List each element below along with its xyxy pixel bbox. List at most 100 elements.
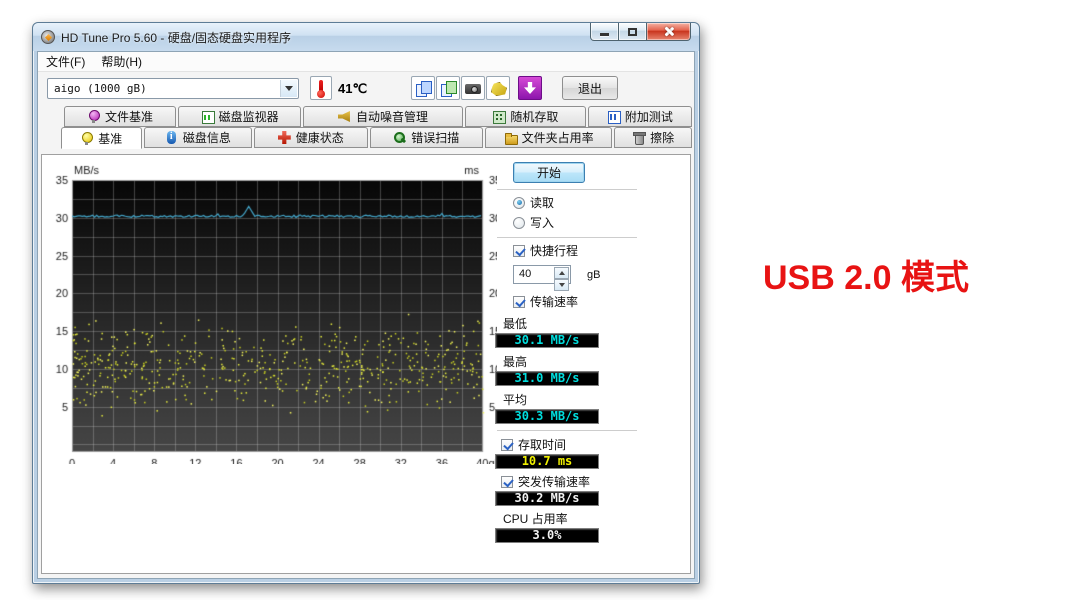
min-speed-display: 30.1 MB/s bbox=[495, 333, 599, 348]
tab-disk-info[interactable]: 磁盘信息 bbox=[144, 127, 252, 148]
short-stroke-checkbox[interactable]: 快捷行程 bbox=[513, 242, 653, 259]
tab-label: 基准 bbox=[98, 130, 122, 147]
write-radio[interactable]: 写入 bbox=[513, 214, 653, 231]
radio-selected-icon bbox=[513, 197, 525, 209]
exit-button[interactable]: 退出 bbox=[562, 76, 618, 100]
short-stroke-input[interactable]: 40 bbox=[513, 265, 571, 284]
chevron-down-icon[interactable] bbox=[280, 80, 297, 97]
read-radio[interactable]: 读取 bbox=[513, 194, 653, 211]
tab-health[interactable]: 健康状态 bbox=[254, 127, 367, 148]
tab-label: 磁盘监视器 bbox=[219, 108, 279, 125]
burst-rate-label: 突发传输速率 bbox=[518, 473, 590, 490]
checkbox-checked-icon bbox=[513, 245, 525, 257]
cpu-usage-label: CPU 占用率 bbox=[503, 510, 653, 527]
benchmark-controls: 开始 读取 写入 快捷行程 40 bbox=[493, 155, 653, 543]
max-label: 最高 bbox=[503, 353, 653, 370]
transfer-rate-label: 传输速率 bbox=[530, 293, 578, 310]
tab-benchmark[interactable]: 基准 bbox=[61, 127, 142, 149]
checkbox-checked-icon bbox=[501, 476, 513, 488]
spin-up-button[interactable] bbox=[554, 267, 569, 279]
download-button[interactable] bbox=[518, 76, 542, 100]
copy-button[interactable] bbox=[411, 76, 435, 100]
maximize-button[interactable] bbox=[619, 23, 646, 41]
avg-speed-display: 30.3 MB/s bbox=[495, 409, 599, 424]
short-stroke-unit: gB bbox=[587, 269, 600, 281]
tab-aam[interactable]: 自动噪音管理 bbox=[303, 106, 463, 127]
benchmark-chart bbox=[47, 164, 497, 464]
radio-icon bbox=[513, 217, 525, 229]
thermometer-icon bbox=[319, 80, 323, 92]
window-title: HD Tune Pro 5.60 - 硬盘/固态硬盘实用程序 bbox=[61, 29, 291, 46]
spin-down-button[interactable] bbox=[554, 279, 569, 291]
close-button[interactable] bbox=[646, 23, 691, 41]
health-icon bbox=[278, 131, 291, 144]
copy-color-button[interactable] bbox=[436, 76, 460, 100]
tab-label: 文件夹占用率 bbox=[522, 129, 594, 146]
access-time-display: 10.7 ms bbox=[495, 454, 599, 469]
benchmark-icon bbox=[80, 132, 93, 145]
cpu-usage-display: 3.0% bbox=[495, 528, 599, 543]
minimize-button[interactable] bbox=[590, 23, 619, 41]
tab-strip: 文件基准 磁盘监视器 自动噪音管理 随机存取 附加测试 基准 磁盘信息 健康状态… bbox=[38, 106, 694, 148]
avg-label: 平均 bbox=[503, 391, 653, 408]
tab-label: 擦除 bbox=[650, 129, 674, 146]
separator bbox=[497, 237, 637, 239]
erase-icon bbox=[632, 131, 645, 144]
usb-mode-caption: USB 2.0 模式 bbox=[763, 250, 969, 299]
download-icon bbox=[524, 82, 536, 94]
tab-extra-tests[interactable]: 附加测试 bbox=[588, 106, 692, 127]
tab-erase[interactable]: 擦除 bbox=[614, 127, 692, 148]
close-icon bbox=[663, 26, 674, 37]
error-scan-icon bbox=[393, 131, 406, 144]
screenshot-button[interactable] bbox=[461, 76, 485, 100]
menu-help[interactable]: 帮助(H) bbox=[93, 51, 150, 72]
maximize-icon bbox=[628, 28, 637, 36]
transfer-rate-checkbox[interactable]: 传输速率 bbox=[513, 293, 653, 310]
tab-folder-usage[interactable]: 文件夹占用率 bbox=[485, 127, 612, 148]
app-icon bbox=[41, 30, 55, 44]
menubar: 文件(F) 帮助(H) bbox=[38, 52, 694, 72]
max-speed-display: 31.0 MB/s bbox=[495, 371, 599, 386]
short-stroke-value: 40 bbox=[519, 268, 531, 280]
tab-random-access[interactable]: 随机存取 bbox=[465, 106, 586, 127]
write-label: 写入 bbox=[530, 214, 554, 231]
menu-file[interactable]: 文件(F) bbox=[38, 51, 93, 72]
tab-label: 随机存取 bbox=[510, 108, 558, 125]
short-stroke-size: 40 gB bbox=[513, 265, 653, 284]
burst-rate-checkbox[interactable]: 突发传输速率 bbox=[501, 473, 653, 490]
drive-select-value: aigo (1000 gB) bbox=[54, 82, 147, 95]
donate-button[interactable] bbox=[486, 76, 510, 100]
tab-disk-monitor[interactable]: 磁盘监视器 bbox=[178, 106, 301, 127]
file-benchmark-icon bbox=[87, 110, 100, 123]
tab-label: 错误扫描 bbox=[411, 129, 459, 146]
hdtune-window: HD Tune Pro 5.60 - 硬盘/固态硬盘实用程序 文件(F) 帮助(… bbox=[32, 22, 700, 584]
start-button[interactable]: 开始 bbox=[513, 162, 585, 183]
aam-icon bbox=[338, 110, 351, 123]
titlebar[interactable]: HD Tune Pro 5.60 - 硬盘/固态硬盘实用程序 bbox=[33, 23, 699, 51]
tab-label: 磁盘信息 bbox=[183, 129, 231, 146]
random-access-icon bbox=[492, 110, 505, 123]
drive-select[interactable]: aigo (1000 gB) bbox=[47, 78, 299, 99]
minimize-icon bbox=[600, 33, 609, 36]
read-label: 读取 bbox=[530, 194, 554, 211]
short-stroke-label: 快捷行程 bbox=[530, 242, 578, 259]
access-time-label: 存取时间 bbox=[518, 436, 566, 453]
access-time-checkbox[interactable]: 存取时间 bbox=[501, 436, 653, 453]
tab-file-benchmark[interactable]: 文件基准 bbox=[64, 106, 176, 127]
temperature-button[interactable] bbox=[310, 76, 332, 100]
client-area: 文件(F) 帮助(H) aigo (1000 gB) 41℃ 退出 bbox=[37, 51, 695, 579]
checkbox-checked-icon bbox=[513, 296, 525, 308]
separator bbox=[497, 189, 637, 191]
tab-label: 附加测试 bbox=[625, 108, 673, 125]
tab-label: 文件基准 bbox=[105, 108, 153, 125]
tab-error-scan[interactable]: 错误扫描 bbox=[370, 127, 483, 148]
burst-rate-display: 30.2 MB/s bbox=[495, 491, 599, 506]
benchmark-page: 开始 读取 写入 快捷行程 40 bbox=[41, 154, 691, 574]
folder-usage-icon bbox=[504, 131, 517, 144]
tab-label: 自动噪音管理 bbox=[356, 108, 428, 125]
temperature-value: 41℃ bbox=[338, 81, 367, 97]
separator bbox=[497, 430, 637, 432]
disk-monitor-icon bbox=[201, 110, 214, 123]
checkbox-checked-icon bbox=[501, 439, 513, 451]
min-label: 最低 bbox=[503, 315, 653, 332]
